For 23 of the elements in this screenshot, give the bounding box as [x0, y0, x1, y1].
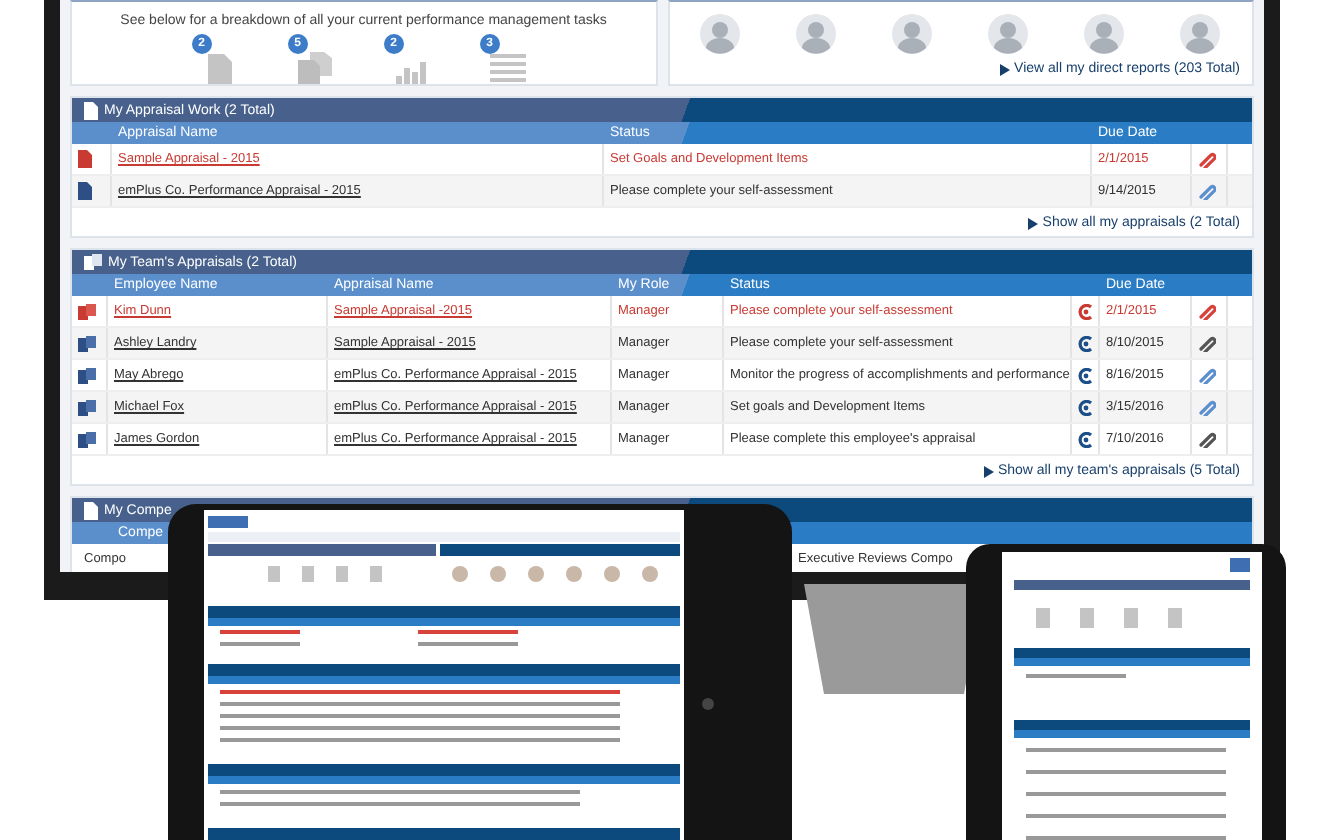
- paperclip-icon[interactable]: [1198, 151, 1216, 167]
- paperclip-icon[interactable]: [1198, 431, 1216, 447]
- avatar-icon: [700, 14, 741, 54]
- avatar-icon: [988, 14, 1029, 54]
- paperclip-icon[interactable]: [1198, 367, 1216, 383]
- triangle-icon: [983, 465, 994, 477]
- list-icon: [489, 52, 526, 84]
- documents-icon: [84, 254, 102, 270]
- paperclip-icon[interactable]: [1198, 183, 1216, 199]
- paperclip-icon[interactable]: [1198, 335, 1216, 351]
- bar-chart-icon: [395, 56, 428, 84]
- document-icon: [84, 501, 98, 519]
- triangle-icon: [1000, 63, 1011, 75]
- paperclip-icon[interactable]: [1198, 303, 1216, 319]
- avatar-icon: [1084, 14, 1125, 54]
- document-icon: [84, 101, 98, 119]
- document-icon: [207, 54, 232, 84]
- documents-icon: [298, 52, 333, 84]
- paperclip-icon[interactable]: [1198, 399, 1216, 415]
- triangle-icon: [1028, 217, 1039, 229]
- avatar-icon: [1180, 14, 1221, 54]
- avatar-icon: [892, 14, 933, 54]
- avatar-icon: [796, 14, 837, 54]
